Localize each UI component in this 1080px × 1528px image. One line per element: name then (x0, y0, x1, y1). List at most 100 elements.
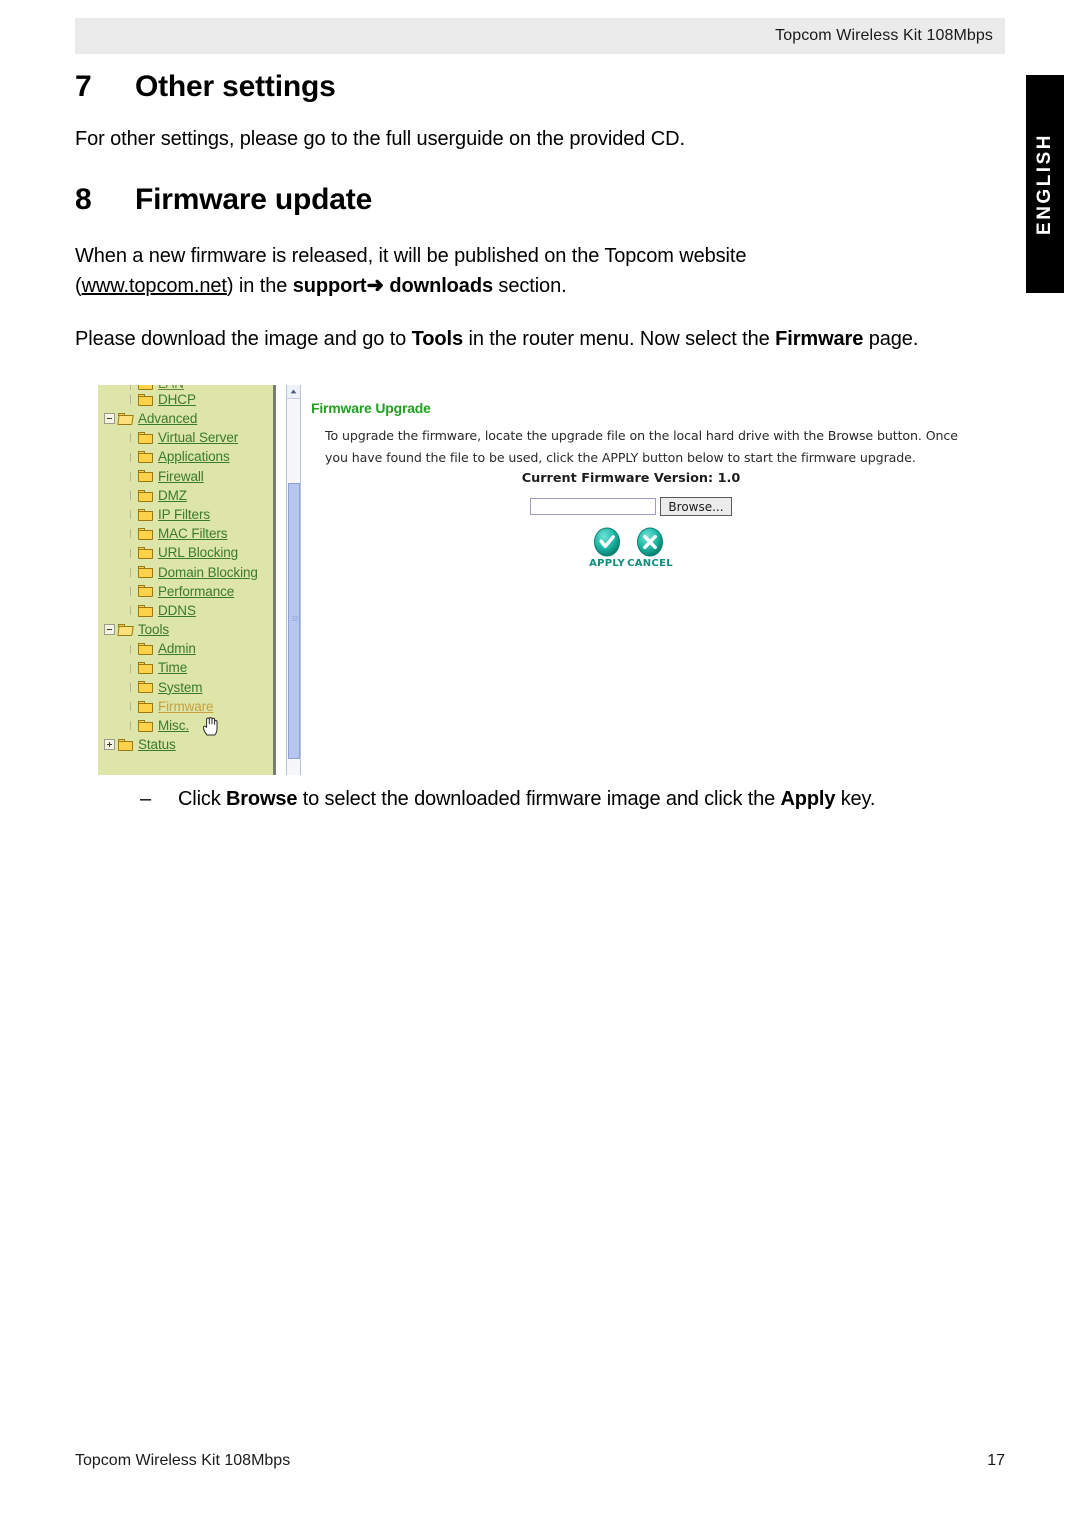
router-ui-screenshot: LAN DHCP Advanced Virtual Server Application… (98, 385, 978, 777)
tree-scrollbar[interactable] (286, 385, 301, 775)
language-tab-label: ENGLISH (1034, 133, 1055, 235)
browse-bold: Browse (226, 788, 298, 810)
tree-item-virtual-server[interactable]: Virtual Server (98, 428, 273, 447)
tree-connector-icon (126, 644, 135, 654)
tree-item-tools[interactable]: Tools (98, 620, 273, 639)
hand-cursor-icon (202, 717, 218, 736)
tree-item-label[interactable]: System (158, 681, 203, 695)
tree-item-label[interactable]: DDNS (158, 604, 196, 618)
folder-closed-icon (138, 431, 153, 444)
folder-closed-icon (118, 738, 133, 751)
tree-connector-icon (126, 471, 135, 481)
footer-page-number: 17 (987, 1452, 1005, 1469)
folder-closed-icon (138, 681, 153, 694)
topcom-website-link[interactable]: www.topcom.net (82, 275, 227, 297)
bullet-instruction: Click Browse to select the downloaded fi… (178, 788, 1008, 811)
section-number-8: 8 (75, 183, 92, 217)
tree-item-label[interactable]: Virtual Server (158, 431, 238, 445)
scrollbar-thumb[interactable] (288, 483, 300, 759)
tree-item-label[interactable]: Status (138, 738, 176, 752)
page-header-title: Topcom Wireless Kit 108Mbps (775, 27, 993, 44)
cancel-x-icon (636, 527, 663, 557)
tree-item-status[interactable]: Status (98, 735, 273, 754)
tree-connector-icon (126, 433, 135, 443)
firmware-upgrade-title: Firmware Upgrade (311, 400, 431, 416)
scrollbar-grip-icon (292, 615, 298, 621)
tree-item-label[interactable]: Performance (158, 585, 234, 599)
tree-item-firmware[interactable]: Firmware (98, 697, 273, 716)
tree-item-label[interactable]: URL Blocking (158, 546, 238, 560)
firmware-release-text-3: section. (492, 274, 567, 297)
tree-item-advanced[interactable]: Advanced (98, 409, 273, 428)
folder-open-icon (117, 412, 134, 425)
expand-node-icon[interactable] (104, 739, 115, 751)
tree-item-url-blocking[interactable]: URL Blocking (98, 544, 273, 563)
apply-bold: Apply (780, 788, 836, 810)
tree-item-ddns[interactable]: DDNS (98, 601, 273, 620)
router-navigation-tree: LAN DHCP Advanced Virtual Server Application… (98, 385, 276, 775)
firmware-upgrade-description: To upgrade the firmware, locate the upgr… (325, 428, 958, 466)
tree-item-label[interactable]: IP Filters (158, 508, 210, 522)
tree-item-time[interactable]: Time (98, 659, 273, 678)
tree-item-label[interactable]: Advanced (138, 412, 197, 426)
tree-item-misc[interactable]: Misc. (98, 716, 273, 735)
tree-item-dmz[interactable]: DMZ (98, 486, 273, 505)
bullet-dash: – (140, 788, 152, 810)
tree-item-system[interactable]: System (98, 678, 273, 697)
chevron-up-icon (290, 389, 297, 394)
cancel-button[interactable]: CANCEL (627, 527, 673, 569)
tree-item-firewall[interactable]: Firewall (98, 467, 273, 486)
download-text-1: Please download the image and go to (75, 327, 412, 350)
tree-item-label[interactable]: Time (158, 661, 187, 675)
collapse-node-icon[interactable] (104, 413, 115, 425)
tree-item-label[interactable]: Admin (158, 642, 196, 656)
folder-closed-icon (138, 470, 153, 483)
tree-connector-icon (126, 567, 135, 577)
folder-closed-icon (138, 585, 153, 598)
tree-item-domain-blocking[interactable]: Domain Blocking (98, 563, 273, 582)
folder-closed-icon (138, 643, 153, 656)
tree-item-applications[interactable]: Applications (98, 448, 273, 467)
tree-item-label[interactable]: Domain Blocking (158, 566, 258, 580)
tree-item-label[interactable]: Misc. (158, 719, 189, 733)
tree-item-label[interactable]: DHCP (158, 393, 196, 407)
section-number-7: 7 (75, 70, 92, 103)
language-tab-english: ENGLISH (1026, 75, 1064, 293)
tree-connector-icon (126, 682, 135, 692)
tree-item-label[interactable]: DMZ (158, 489, 187, 503)
tree-item-label[interactable]: Applications (158, 450, 230, 464)
tree-item-label[interactable]: LAN (158, 385, 184, 390)
page-header-band: Topcom Wireless Kit 108Mbps (75, 18, 1005, 54)
tree-item-label[interactable]: MAC Filters (158, 527, 228, 541)
firmware-release-text-2: ) in the (226, 274, 293, 297)
tree-item-label[interactable]: Firewall (158, 470, 204, 484)
support-bold: support (292, 274, 367, 297)
bullet-text-2: to select the downloaded firmware image … (297, 788, 781, 810)
firmware-file-input[interactable] (530, 498, 657, 515)
firmware-file-row: Browse... (301, 497, 961, 516)
apply-button-label: APPLY (589, 558, 626, 569)
folder-open-icon (117, 623, 134, 636)
tree-item-label[interactable]: Firmware (158, 700, 214, 714)
bullet-text-3: key. (835, 788, 876, 810)
tree-connector-icon (126, 510, 135, 520)
downloads-bold: downloads (389, 274, 493, 297)
scrollbar-up-arrow[interactable] (287, 385, 300, 399)
tree-item-dhcp[interactable]: DHCP (98, 390, 273, 409)
tree-connector-icon (126, 452, 135, 462)
folder-closed-icon (138, 662, 153, 675)
tree-item-performance[interactable]: Performance (98, 582, 273, 601)
tree-item-label[interactable]: Tools (138, 623, 169, 637)
tree-connector-icon (126, 663, 135, 673)
tree-item-mac-filters[interactable]: MAC Filters (98, 524, 273, 543)
tree-item-admin[interactable]: Admin (98, 639, 273, 658)
tree-item-ip-filters[interactable]: IP Filters (98, 505, 273, 524)
firmware-action-buttons: APPLY CANCEL (301, 527, 961, 569)
firmware-upgrade-pane: Firmware Upgrade To upgrade the firmware… (301, 385, 978, 775)
document-content: 7 Other settings For other settings, plea… (75, 70, 1005, 353)
folder-closed-icon (138, 385, 153, 390)
browse-button[interactable]: Browse... (660, 497, 732, 516)
apply-button[interactable]: APPLY (589, 527, 625, 569)
tree-connector-icon (126, 529, 135, 539)
collapse-node-icon[interactable] (104, 624, 115, 636)
